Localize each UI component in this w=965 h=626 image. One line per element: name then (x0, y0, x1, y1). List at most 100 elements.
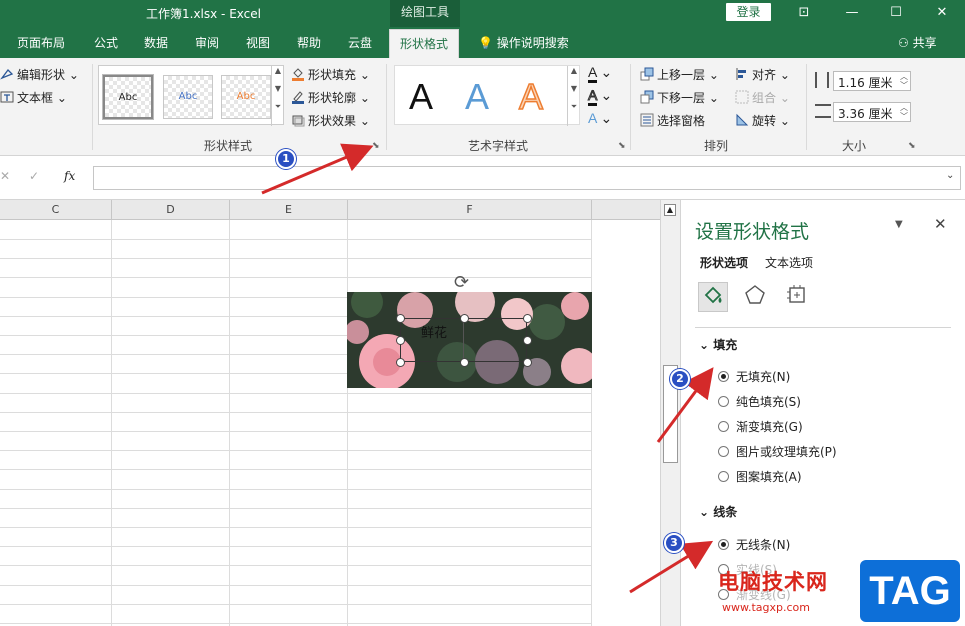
pane-close-icon[interactable]: ✕ (934, 215, 947, 233)
tab-page-layout[interactable]: 页面布局 (17, 34, 65, 51)
fill-option-4[interactable]: 图案填充(A) (718, 468, 802, 485)
share-button[interactable]: ⚇ 共享 (898, 34, 937, 51)
tab-view[interactable]: 视图 (246, 34, 270, 51)
column-header-c[interactable]: C (0, 200, 112, 220)
worksheet-grid[interactable]: C D E F 鲜花 ⟳ (0, 200, 660, 626)
size-properties-tab[interactable] (782, 282, 812, 312)
grid-line (0, 239, 592, 240)
tab-formulas[interactable]: 公式 (94, 34, 118, 51)
pane-options-icon[interactable]: ▼ (895, 219, 903, 230)
shape-width-value: 3.36 厘米 (838, 107, 893, 121)
text-box-button[interactable]: 文本框 ⌄ (0, 89, 67, 106)
effects-tab[interactable] (740, 282, 770, 312)
fill-line-tab[interactable] (698, 282, 728, 312)
radio-button[interactable] (718, 471, 729, 482)
group-separator (386, 64, 387, 150)
resize-handle[interactable] (460, 314, 469, 323)
resize-handle[interactable] (523, 336, 532, 345)
text-effects-button[interactable]: A ⌄ (588, 110, 612, 127)
shape-outline-button[interactable]: 形状轮廓 ⌄ (291, 89, 370, 106)
flower-picture[interactable]: 鲜花 (347, 292, 592, 388)
height-spinner-icon[interactable]: ︿ ﹀ (900, 72, 908, 90)
bring-forward-button[interactable]: 上移一层 ⌄ (640, 66, 719, 83)
enter-icon[interactable]: ✓ (29, 169, 39, 183)
fill-option-1[interactable]: 纯色填充(S) (718, 393, 801, 410)
restore-button[interactable]: ☐ (882, 2, 910, 24)
selection-pane-button[interactable]: 选择窗格 (640, 112, 705, 129)
radio-label: 纯色填充(S) (736, 395, 801, 409)
tab-text-options[interactable]: 文本选项 (765, 254, 813, 271)
tab-help[interactable]: 帮助 (297, 34, 321, 51)
size-launcher[interactable]: ⬊ (908, 141, 916, 151)
send-backward-button[interactable]: 下移一层 ⌄ (640, 89, 719, 106)
close-button[interactable]: ✕ (928, 2, 956, 24)
wordart-gallery[interactable]: A A A ▲ ▼ ⏷ (394, 65, 580, 126)
fill-section-header[interactable]: ⌄ 填充 (699, 336, 737, 353)
resize-handle[interactable] (460, 358, 469, 367)
login-button[interactable]: 登录 (726, 3, 771, 21)
tab-review[interactable]: 审阅 (195, 34, 219, 51)
fill-option-0[interactable]: 无填充(N) (718, 368, 790, 385)
text-box-label: 文本框 (17, 91, 54, 105)
scroll-up-icon[interactable]: ▲ (664, 204, 676, 216)
radio-button[interactable] (718, 421, 729, 432)
line-option-0[interactable]: 无线条(N) (718, 536, 790, 553)
shape-effects-button[interactable]: 形状效果 ⌄ (291, 112, 370, 129)
wordart-launcher[interactable]: ⬊ (618, 141, 626, 151)
expand-formula-icon[interactable]: ⌄ (946, 170, 954, 181)
tab-shape-format[interactable]: 形状格式 (389, 29, 460, 58)
tab-data[interactable]: 数据 (144, 34, 168, 51)
resize-handle[interactable] (523, 358, 532, 367)
tab-cloud[interactable]: 云盘 (348, 34, 372, 51)
line-section-header[interactable]: ⌄ 线条 (699, 503, 737, 520)
wordart-orange-outline[interactable]: A (518, 75, 544, 118)
grid-line (0, 527, 592, 528)
align-button[interactable]: 对齐 ⌄ (735, 66, 790, 83)
watermark-text: 电脑技术网 (718, 570, 828, 594)
resize-handle[interactable] (396, 314, 405, 323)
radio-button[interactable] (718, 396, 729, 407)
shape-style-thumb-3[interactable]: Abc (221, 75, 271, 119)
resize-handle[interactable] (523, 314, 532, 323)
minimize-button[interactable]: — (838, 2, 866, 24)
gallery-scroll[interactable]: ▲ ▼ ⏷ (271, 66, 284, 126)
text-outline-button[interactable]: A ⌄ (588, 87, 612, 106)
rotate-handle-icon[interactable]: ⟳ (454, 272, 469, 293)
bring-forward-icon (640, 67, 654, 81)
width-spinner-icon[interactable]: ︿ ﹀ (900, 103, 908, 121)
insert-function-icon[interactable]: fx (64, 169, 75, 183)
fill-option-2[interactable]: 渐变填充(G) (718, 418, 803, 435)
shape-styles-gallery[interactable]: Abc Abc Abc ▲ ▼ ⏷ (98, 65, 284, 126)
shape-style-thumb-2[interactable]: Abc (163, 75, 213, 119)
wordart-black[interactable]: A (409, 76, 433, 118)
edit-shape-button[interactable]: 编辑形状 ⌄ (0, 66, 79, 83)
resize-handle[interactable] (396, 358, 405, 367)
fill-option-3[interactable]: 图片或纹理填充(P) (718, 443, 837, 460)
wordart-blue[interactable]: A (465, 76, 489, 118)
shape-fill-button[interactable]: 形状填充 ⌄ (291, 66, 370, 83)
formula-input[interactable] (93, 166, 961, 190)
shape-styles-launcher[interactable]: ⬊ (372, 141, 380, 151)
grid-line (0, 604, 592, 605)
resize-handle[interactable] (396, 336, 405, 345)
wordart-scroll[interactable]: ▲ ▼ ⏷ (567, 66, 580, 126)
shape-outline[interactable] (400, 318, 527, 362)
ribbon-display-icon[interactable]: ⊡ (790, 2, 818, 24)
shape-width-input[interactable]: 3.36 厘米 ︿ ﹀ (833, 102, 911, 122)
tell-me-search[interactable]: 💡 操作说明搜索 (478, 34, 569, 51)
radio-button[interactable] (718, 539, 729, 550)
radio-button[interactable] (718, 446, 729, 457)
text-fill-button[interactable]: A ⌄ (588, 64, 612, 83)
tab-shape-options[interactable]: 形状选项 (700, 254, 748, 271)
shape-height-input[interactable]: 1.16 厘米 ︿ ﹀ (833, 71, 911, 91)
group-button[interactable]: 组合 ⌄ (735, 89, 790, 106)
column-header-f[interactable]: F (348, 200, 592, 220)
column-header-d[interactable]: D (112, 200, 230, 220)
vertical-scrollbar[interactable]: ▲ (660, 200, 680, 626)
radio-button[interactable] (718, 371, 729, 382)
textbox-text[interactable]: 鲜花 (421, 322, 447, 341)
cancel-icon[interactable]: ✕ (0, 169, 10, 183)
rotate-button[interactable]: 旋转 ⌄ (735, 112, 790, 129)
shape-style-thumb-1[interactable]: Abc (102, 74, 154, 120)
column-header-e[interactable]: E (230, 200, 348, 220)
